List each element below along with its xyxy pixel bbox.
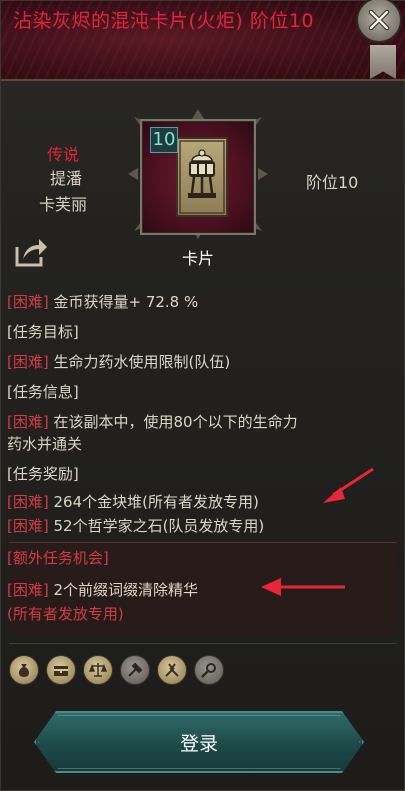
section-task-goal: [任务目标] — [7, 323, 79, 341]
chest-icon[interactable] — [46, 655, 76, 685]
hammer-icon[interactable] — [120, 655, 150, 685]
section-task-info: [任务信息] — [7, 383, 79, 401]
money-bag-icon[interactable] — [9, 655, 39, 685]
close-icon — [368, 9, 390, 31]
section-extra-chance: [额外任务机会] — [7, 549, 109, 567]
annotation-arrow-reward — [323, 467, 374, 503]
login-button[interactable]: 登录 — [34, 711, 364, 773]
bookmark-icon[interactable] — [370, 45, 396, 79]
rank-label: 阶位10 — [306, 173, 359, 192]
divider — [9, 643, 397, 644]
task-row-reward-stone: [困难] 52个哲学家之石(队员发放专用) — [7, 517, 265, 535]
card-caption: 卡片 — [182, 249, 215, 268]
pliers-icon[interactable] — [157, 655, 187, 685]
task-row-goal: [困难] 生命力药水使用限制(队伍) — [7, 353, 231, 371]
login-button-label: 登录 — [179, 732, 218, 755]
card-level-badge: 10 — [150, 127, 178, 153]
rarity-label: 传说 — [47, 145, 80, 164]
card-name-line2: 卡芙丽 — [39, 195, 88, 214]
window-header: 沾染灰烬的混沌卡片(火炬) 阶位10 — [1, 1, 405, 81]
task-row-gold: [困难] 金币获得量+ 72.8 % — [7, 293, 199, 311]
gear-tool-icon[interactable] — [194, 655, 224, 685]
task-row-info: [困难] 在该副本中，使用80个以下的生命力 — [7, 413, 298, 431]
share-icon[interactable] — [13, 233, 49, 269]
card-name-line1: 提潘 — [50, 169, 83, 188]
card-detail-window: 沾染灰烬的混沌卡片(火炬) 阶位10 传说 提潘 卡芙丽 阶位10 10 卡片 … — [0, 0, 405, 791]
brazier-icon — [179, 140, 225, 214]
extra-task-row-cont: (所有者发放专用) — [7, 605, 124, 623]
card-art — [176, 137, 228, 217]
section-task-reward: [任务奖励] — [7, 465, 79, 483]
task-row-info-cont: 药水并通关 — [7, 435, 83, 453]
task-row-reward-gold: [困难] 264个金块堆(所有者发放专用) — [7, 493, 259, 511]
scales-icon[interactable] — [83, 655, 113, 685]
window-title: 沾染灰烬的混沌卡片(火炬) 阶位10 — [13, 10, 315, 32]
card-slot[interactable]: 10 — [128, 109, 268, 239]
tag-icon-row — [9, 655, 224, 685]
extra-task-row: [困难] 2个前缀词缀清除精华 — [7, 581, 199, 599]
